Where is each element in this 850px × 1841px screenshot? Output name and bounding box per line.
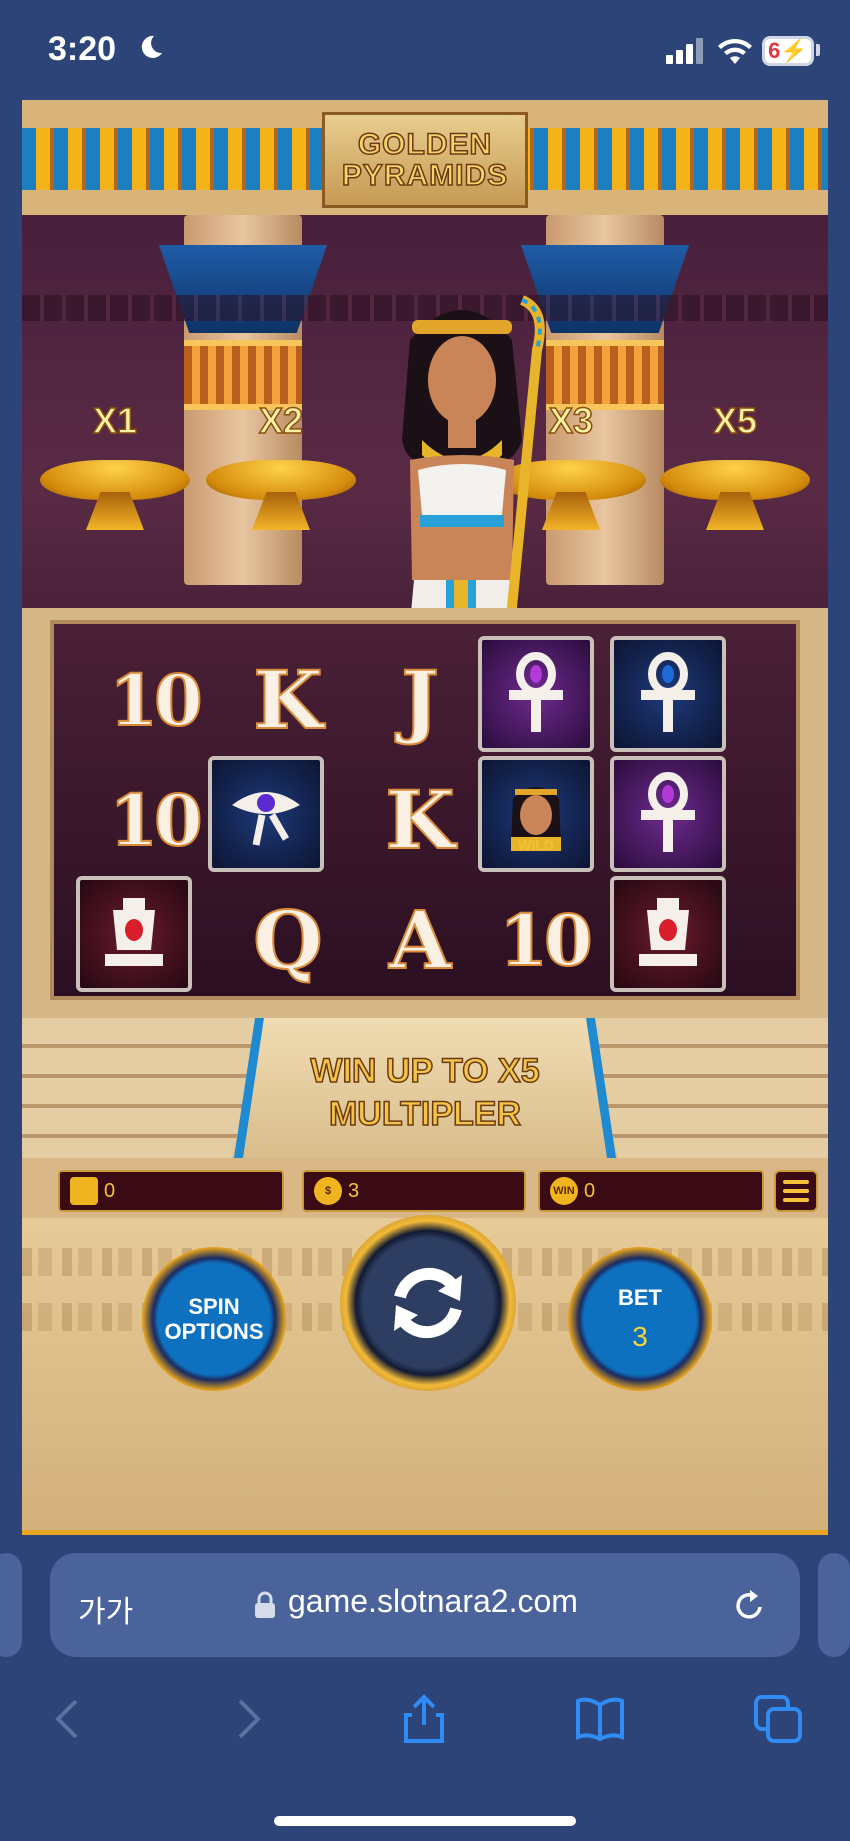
- coin-value-box: $ 3: [302, 1170, 526, 1212]
- moon-icon: [141, 35, 162, 58]
- slot-game: GOLDEN PYRAMIDS X1 X2 X3 X5 10 K J 10 K …: [22, 100, 828, 1535]
- back-icon[interactable]: [42, 1693, 94, 1745]
- symbol-text: 10: [108, 778, 203, 863]
- vase-icon: [105, 898, 163, 966]
- ankh-purple-symbol-icon: [478, 636, 594, 752]
- ankh-icon: [641, 652, 695, 732]
- symbol-text: A: [388, 892, 452, 988]
- balance-value: 0: [104, 1179, 116, 1202]
- bet-value: 3: [632, 1321, 648, 1352]
- eye-of-horus-symbol-icon: [208, 756, 324, 872]
- text-size-button[interactable]: 가가: [78, 1587, 133, 1631]
- charging-bolt-icon: ⚡: [780, 38, 808, 63]
- browser-toolbar: 가가 game.slotnara2.com: [0, 1535, 850, 1841]
- status-bar: 3:20 6 ⚡: [0, 0, 850, 100]
- symbol-king: K: [228, 642, 344, 758]
- reload-icon[interactable]: [730, 1587, 768, 1625]
- promo-banner: WIN UP TO X5 MULTIPLER: [252, 1050, 598, 1135]
- forward-icon[interactable]: [222, 1693, 274, 1745]
- symbol-queen: Q: [228, 882, 344, 998]
- ankh-blue-symbol-icon: [610, 636, 726, 752]
- wifi-icon: [718, 38, 752, 64]
- multiplier-label: X1: [92, 399, 138, 442]
- bet-label: BET: [618, 1285, 662, 1310]
- battery-level: 6: [768, 38, 781, 63]
- wallet-icon: [70, 1177, 98, 1205]
- bet-button[interactable]: BET 3: [568, 1247, 712, 1391]
- symbol-king: K: [360, 762, 476, 878]
- menu-button[interactable]: [774, 1170, 818, 1212]
- spin-options-line1: SPIN: [188, 1293, 240, 1319]
- cellular-signal-icon: [666, 38, 703, 64]
- symbol-text: Q: [252, 892, 324, 988]
- coin-icon: $: [314, 1177, 342, 1205]
- multiplier-bowl-1: X1: [40, 399, 190, 550]
- home-indicator[interactable]: [274, 1816, 576, 1826]
- ankh-icon: [641, 772, 695, 852]
- win-box: WIN 0: [538, 1170, 764, 1212]
- win-badge-icon: WIN: [550, 1177, 578, 1205]
- symbol-jack: J: [360, 642, 476, 758]
- multiplier-bowl-2: X2: [206, 399, 356, 550]
- coin-value: 3: [348, 1179, 360, 1202]
- game-logo: GOLDEN PYRAMIDS: [322, 112, 528, 208]
- symbol-text: J: [400, 652, 440, 748]
- url-text[interactable]: game.slotnara2.com: [288, 1583, 578, 1620]
- spin-options-line2: OPTIONS: [164, 1319, 264, 1344]
- symbol-ace: A: [360, 882, 476, 998]
- wild-symbol-icon: WILD: [478, 756, 594, 872]
- multiplier-label: X2: [258, 399, 304, 442]
- ankh-icon: [509, 652, 563, 732]
- promo-line2: MULTIPLER: [328, 1094, 522, 1133]
- battery-tip: [816, 44, 820, 56]
- battery-indicator: 6 ⚡: [762, 36, 814, 66]
- reel-grid: 10 K J 10 K WILD Q A 10: [50, 620, 800, 1000]
- symbol-text: K: [384, 772, 455, 868]
- spin-button[interactable]: [340, 1215, 516, 1391]
- menu-icon-line: [783, 1180, 809, 1184]
- menu-icon-line: [783, 1189, 809, 1193]
- logo-line2: PYRAMIDS: [341, 159, 509, 192]
- title-frieze: GOLDEN PYRAMIDS: [22, 100, 828, 215]
- symbol-text: 10: [108, 658, 203, 743]
- share-icon[interactable]: [398, 1693, 450, 1745]
- next-tab-peek[interactable]: [818, 1553, 850, 1657]
- previous-tab-peek[interactable]: [0, 1553, 22, 1657]
- vase-red-symbol-icon: [76, 876, 192, 992]
- symbol-ten: 10: [486, 882, 602, 998]
- symbol-ten: 10: [96, 642, 212, 758]
- eye-of-horus-icon: [232, 792, 300, 846]
- promo-line1: WIN UP TO X5: [310, 1051, 541, 1090]
- reel-frame: 10 K J 10 K WILD Q A 10: [22, 608, 828, 1018]
- tabs-icon[interactable]: [752, 1693, 804, 1745]
- symbol-text: 10: [498, 898, 593, 983]
- bookmarks-icon[interactable]: [574, 1693, 626, 1745]
- ankh-purple-symbol-icon: [610, 756, 726, 872]
- screen: { "status_bar": {"time": "3:20", "batter…: [0, 0, 850, 1841]
- lock-icon: [255, 1591, 275, 1618]
- logo-line1: GOLDEN: [357, 127, 493, 161]
- multiplier-bowl-4: X5: [660, 399, 810, 550]
- address-bar[interactable]: 가가 game.slotnara2.com: [50, 1553, 800, 1657]
- symbol-text: K: [252, 652, 323, 748]
- menu-icon-line: [783, 1198, 809, 1202]
- spin-arrows-icon: [394, 1267, 462, 1339]
- spin-options-button[interactable]: SPIN OPTIONS: [142, 1247, 286, 1391]
- win-value: 0: [584, 1179, 596, 1202]
- vase-red-symbol-icon: [610, 876, 726, 992]
- wild-label: WILD: [518, 837, 554, 853]
- symbol-ten: 10: [96, 762, 212, 878]
- vase-icon: [639, 898, 697, 966]
- balance-box: 0: [58, 1170, 284, 1212]
- status-time: 3:20: [48, 30, 117, 68]
- multiplier-label: X5: [712, 399, 758, 442]
